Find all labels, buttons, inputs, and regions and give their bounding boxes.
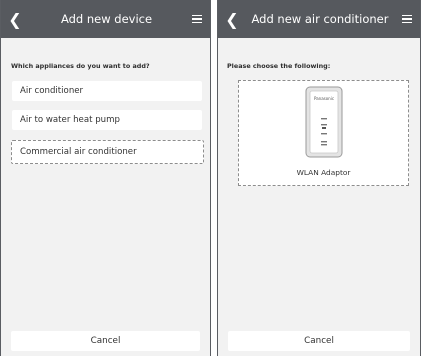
option-air-conditioner[interactable]: Air conditioner	[12, 81, 202, 101]
menu-button[interactable]	[394, 0, 420, 38]
page-title: Add new device	[60, 12, 153, 26]
option-label: Commercial air conditioner	[20, 147, 137, 157]
wlan-adaptor-option[interactable]: Panasonic WLAN Adaptor	[238, 80, 409, 186]
add-device-screen: ❮ Add new device Which appliances do you…	[0, 0, 211, 356]
app-header: ❮ Add new air conditioner	[218, 0, 420, 38]
page-title: Add new air conditioner	[251, 12, 389, 26]
device-brand: Panasonic	[314, 96, 334, 101]
app-header: ❮ Add new device	[1, 0, 210, 38]
menu-button[interactable]	[184, 0, 210, 38]
appliance-question: Which appliances do you want to add?	[11, 62, 150, 70]
cancel-label: Cancel	[90, 336, 121, 346]
cancel-label: Cancel	[304, 336, 334, 346]
cancel-button[interactable]: Cancel	[11, 331, 200, 351]
wlan-adaptor-device-icon: Panasonic	[305, 86, 343, 158]
option-label: Air conditioner	[20, 86, 84, 96]
option-air-to-water-heat-pump[interactable]: Air to water heat pump	[12, 110, 202, 130]
hamburger-menu-icon	[192, 14, 202, 17]
choose-prompt: Please choose the following:	[227, 62, 331, 70]
chevron-left-icon: ❮	[225, 9, 239, 29]
option-label: Air to water heat pump	[20, 115, 120, 125]
option-commercial-air-conditioner[interactable]: Commercial air conditioner	[11, 140, 204, 164]
device-caption: WLAN Adaptor	[296, 168, 351, 177]
back-button[interactable]: ❮	[1, 0, 29, 38]
chevron-left-icon: ❮	[8, 9, 22, 29]
back-button[interactable]: ❮	[218, 0, 246, 38]
hamburger-menu-icon	[402, 14, 412, 17]
cancel-button[interactable]: Cancel	[228, 331, 410, 351]
add-air-conditioner-screen: ❮ Add new air conditioner Please choose …	[217, 0, 421, 356]
